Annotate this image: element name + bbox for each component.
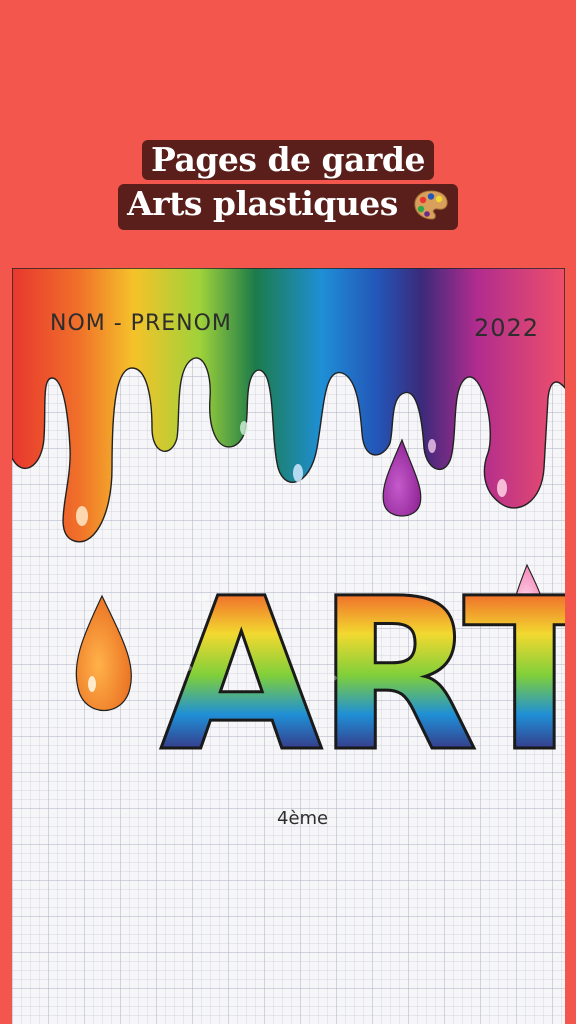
year-label: 2022 — [474, 314, 539, 342]
title-overlay: Pages de garde Arts plastiques — [0, 140, 576, 230]
name-label: NOM - PRENOM — [50, 311, 232, 336]
grade-label: 4ème — [277, 808, 328, 829]
title-line-2: Arts plastiques — [118, 184, 458, 230]
title-line-2-text: Arts plastiques — [127, 184, 398, 223]
artist-palette-icon — [413, 189, 449, 230]
art-word: ART — [160, 553, 565, 798]
title-line-1: Pages de garde — [142, 140, 434, 180]
art-lettering: ART — [159, 552, 566, 800]
artwork-photo: NOM - PRENOM 2022 ART 4ème — [12, 268, 565, 1024]
